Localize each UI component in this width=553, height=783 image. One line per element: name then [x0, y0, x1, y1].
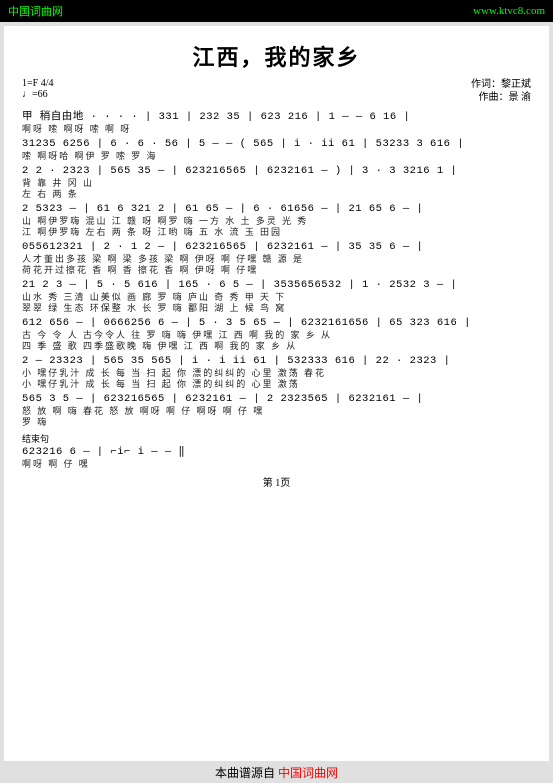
- footer-label: 本曲谱源自: [215, 766, 275, 780]
- lyrics-row-2: 罗 嗨: [22, 417, 531, 428]
- notation-row: 612 656 ― | 0666256 6 ― | 5 · 3 5 65 ― |…: [22, 316, 531, 330]
- lyrics-row: 啊呀 嗦 啊呀 嗦 啊 呀: [22, 124, 531, 135]
- notation-row: 623216 6 ― | ⌐i⌐ i ― ― ‖: [22, 445, 531, 459]
- music-line: 2 2 · 2323 | 565 35 ― | 623216565 | 6232…: [22, 164, 531, 200]
- lyrics-row-2: 小 嘿仔乳汁 成 长 每 当 扫 起 你 漂的纠纠的 心里 激荡: [22, 379, 531, 390]
- lyrics-row-2: 左 右 两 条: [22, 189, 531, 200]
- ending-label: 结束句: [22, 432, 531, 445]
- lyrics-row: 小 嘿仔乳汁 成 长 每 当 扫 起 你 漂的纠纠的 心里 激荡 春花: [22, 368, 531, 379]
- footer-attribution: 本曲谱源自 中国词曲网: [0, 764, 553, 781]
- notation-row: 21 2 3 ― | 5 · 5 616 | 165 · 6 5 ― | 353…: [22, 278, 531, 292]
- notation-row: 2 5323 ― | 61 6 321 2 | 61 65 ― | 6 · 61…: [22, 202, 531, 216]
- meta-row: 1=F 4/4 ♩=66 作词：黎正斌 作曲：景 渝: [22, 78, 531, 104]
- lyrics-row-2: 江 啊伊罗嗨 左右 两 条 呀 江哟 嗨 五 水 流 玉 田园: [22, 227, 531, 238]
- notation-row: 2 ― 23323 | 565 35 565 | i · i ii 61 | 5…: [22, 354, 531, 368]
- notation-row: 甲 稍自由地 · · · · | 331 | 232 35 | 623 216 …: [22, 110, 531, 124]
- meta-right: 作词：黎正斌 作曲：景 渝: [471, 78, 531, 104]
- lyrics-row: 古 今 令 人 古今令人 往 罗 嗨 嗨 伊嘿 江 西 啊 我的 家 乡 从: [22, 330, 531, 341]
- notation-row: 565 3 5 ― | 623216565 | 6232161 ― | 2 23…: [22, 392, 531, 406]
- music-line: 甲 稍自由地 · · · · | 331 | 232 35 | 623 216 …: [22, 110, 531, 135]
- lyrics-row-2: 荷花开过擦花 香 啊 香 擦花 香 啊 伊呀 啊 仔嘿: [22, 265, 531, 276]
- tempo: ♩=66: [22, 89, 53, 100]
- composer: 作曲：景 渝: [471, 91, 531, 104]
- key-signature: 1=F 4/4: [22, 78, 53, 89]
- music-line: 2 5323 ― | 61 6 321 2 | 61 65 ― | 6 · 61…: [22, 202, 531, 238]
- lyrics-row: 背 靠 井 冈 山: [22, 178, 531, 189]
- meta-left: 1=F 4/4 ♩=66: [22, 78, 53, 104]
- header-site-name: 中国词曲网: [8, 3, 63, 19]
- lyrics-row: 啊呀 啊 仔 嘿: [22, 459, 531, 470]
- lyrics-row: 人才董出多孩 梁 啊 梁 多孩 梁 啊 伊呀 啊 仔嘿 赣 源 是: [22, 254, 531, 265]
- lyrics-row-2: 四 季 盛 歌 四季盛歌晚 嗨 伊嘿 江 西 啊 我的 家 乡 从: [22, 341, 531, 352]
- music-line: 21 2 3 ― | 5 · 5 616 | 165 · 6 5 ― | 353…: [22, 278, 531, 314]
- lyrics-row-2: 翠翠 绿 生态 环保整 水 长 罗 嗨 鄱阳 湖 上 候 鸟 窝: [22, 303, 531, 314]
- music-line: 2 ― 23323 | 565 35 565 | i · i ii 61 | 5…: [22, 354, 531, 390]
- lyrics-row: 嗦 啊呀哈 啊伊 罗 嗦 罗 海: [22, 151, 531, 162]
- notation-row: 31235 6256 | 6 · 6 · 56 | 5 ― ― ( 565 | …: [22, 137, 531, 151]
- music-line: 623216 6 ― | ⌐i⌐ i ― ― ‖ 啊呀 啊 仔 嘿: [22, 445, 531, 470]
- sheet-music-page: 江西，我的家乡 1=F 4/4 ♩=66 作词：黎正斌 作曲：景 渝 甲 稍自由…: [4, 26, 549, 761]
- notation-row: 2 2 · 2323 | 565 35 ― | 623216565 | 6232…: [22, 164, 531, 178]
- music-line: 565 3 5 ― | 623216565 | 6232161 ― | 2 23…: [22, 392, 531, 428]
- footer-source: 中国词曲网: [278, 766, 338, 780]
- music-body: 甲 稍自由地 · · · · | 331 | 232 35 | 623 216 …: [22, 110, 531, 470]
- page-number: 第 1页: [22, 474, 531, 489]
- music-line: 612 656 ― | 0666256 6 ― | 5 · 3 5 65 ― |…: [22, 316, 531, 352]
- music-line: 31235 6256 | 6 · 6 · 56 | 5 ― ― ( 565 | …: [22, 137, 531, 162]
- notation-row: 055612321 | 2 · 1 2 ― | 623216565 | 6232…: [22, 240, 531, 254]
- header-bar: 中国词曲网 www.ktvc8.com: [0, 0, 553, 22]
- lyrics-row: 山水 秀 三清 山美似 画 廊 罗 嗨 庐山 奇 秀 甲 天 下: [22, 292, 531, 303]
- header-site-url: www.ktvc8.com: [473, 5, 545, 17]
- song-title: 江西，我的家乡: [22, 40, 531, 72]
- lyrics-row: 山 啊伊罗嗨 混山 江 赣 呀 啊罗 嗨 一方 水 土 多灵 光 秀: [22, 216, 531, 227]
- lyrics-row: 怒 放 啊 嗨 春花 怒 放 啊呀 啊 仔 啊呀 啊 仔 嘿: [22, 406, 531, 417]
- music-line: 055612321 | 2 · 1 2 ― | 623216565 | 6232…: [22, 240, 531, 276]
- lyricist: 作词：黎正斌: [471, 78, 531, 91]
